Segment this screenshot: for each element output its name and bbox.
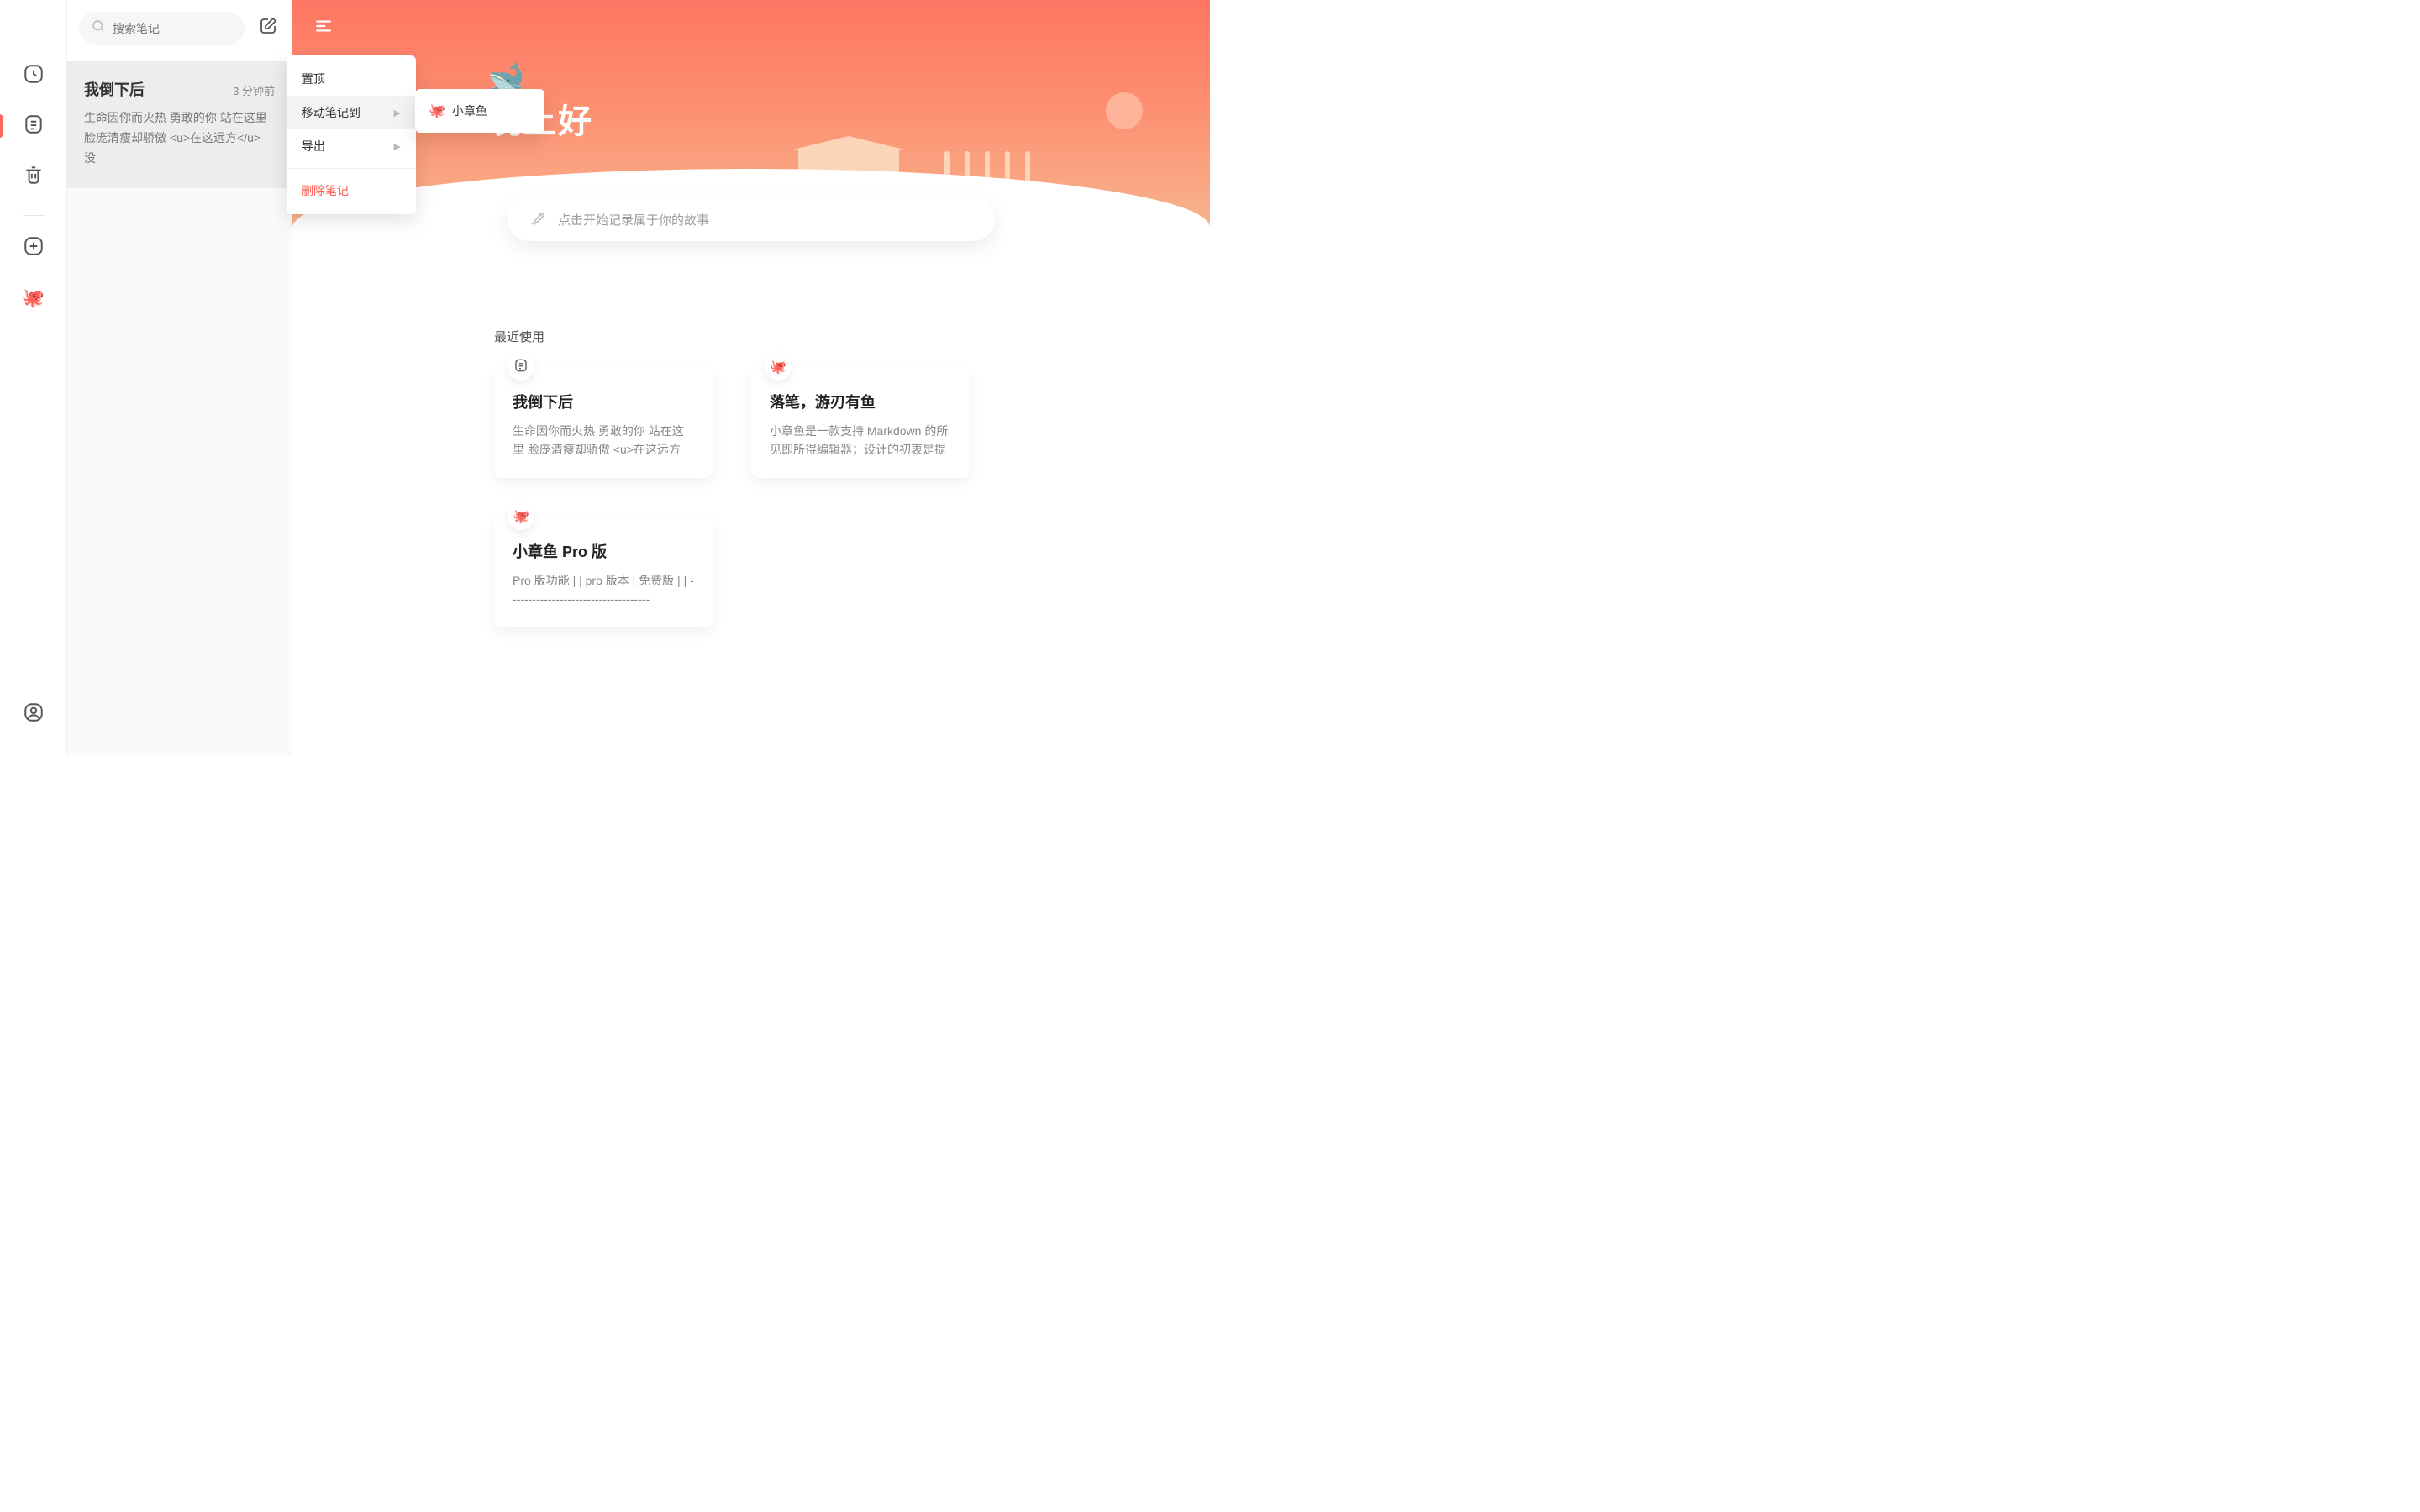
context-menu: 置顶 移动笔记到 ▶ 导出 ▶ 删除笔记 (287, 55, 416, 214)
chevron-right-icon: ▶ (394, 108, 401, 118)
recent-card[interactable]: 🐙 落笔，游刃有鱼 小章鱼是一款支持 Markdown 的所见即所得编辑器；设计… (751, 367, 970, 478)
note-list-column: 我倒下后 3 分钟前 生命因你而火热 勇敢的你 站在这里 脸庞清瘦却骄傲 <u>… (67, 0, 292, 756)
submenu-item-octopus[interactable]: 🐙 小章鱼 (415, 94, 544, 128)
compose-button[interactable] (256, 17, 280, 40)
rail-octopus[interactable]: 🐙 (17, 281, 50, 315)
pen-icon (529, 209, 558, 229)
add-icon (23, 235, 45, 261)
search-icon (91, 18, 113, 38)
new-note-prompt[interactable]: 点击开始记录属于你的故事 (508, 197, 995, 241)
octopus-icon: 🐙 (429, 102, 445, 119)
ctx-delete[interactable]: 删除笔记 (287, 174, 416, 207)
chevron-right-icon: ▶ (394, 141, 401, 152)
submenu-label: 小章鱼 (452, 102, 487, 119)
card-badge: 🐙 (508, 503, 534, 530)
rail-notes[interactable] (17, 109, 50, 143)
content-area: 最近使用 我倒下后 生命因你而火热 勇敢的你 站在这里 脸庞清瘦却骄傲 <u>在… (292, 227, 1210, 661)
card-title: 落笔，游刃有鱼 (770, 391, 951, 412)
menu-toggle-button[interactable] (313, 15, 336, 39)
recent-card[interactable]: 我倒下后 生命因你而火热 勇敢的你 站在这里 脸庞清瘦却骄傲 <u>在这远方</… (494, 367, 713, 478)
card-title: 小章鱼 Pro 版 (513, 540, 694, 562)
search-box[interactable] (79, 12, 245, 45)
ctx-pin[interactable]: 置顶 (287, 62, 416, 96)
card-badge (508, 354, 534, 381)
compose-icon (258, 16, 278, 40)
note-title: 我倒下后 (84, 78, 145, 100)
card-excerpt: 小章鱼是一款支持 Markdown 的所见即所得编辑器；设计的初衷是提供一个 (770, 423, 951, 458)
note-list-item[interactable]: 我倒下后 3 分钟前 生命因你而火热 勇敢的你 站在这里 脸庞清瘦却骄傲 <u>… (67, 61, 292, 188)
octopus-icon: 🐙 (770, 359, 786, 375)
list-toolbar (67, 0, 292, 61)
ctx-label: 导出 (302, 138, 325, 155)
octopus-icon: 🐙 (513, 508, 529, 525)
menu-icon (313, 26, 334, 40)
note-icon (513, 358, 529, 377)
search-input[interactable] (113, 22, 233, 35)
octopus-icon: 🐙 (22, 287, 45, 309)
rail-separator (23, 215, 45, 216)
recent-section-title: 最近使用 (494, 328, 1160, 345)
context-submenu: 🐙 小章鱼 (415, 89, 544, 133)
rail-trash[interactable] (17, 160, 50, 193)
clock-icon (23, 63, 45, 89)
rail-account[interactable] (17, 697, 50, 731)
rail-add[interactable] (17, 231, 50, 265)
note-time: 3 分钟前 (233, 82, 275, 98)
note-icon (23, 113, 45, 139)
card-badge: 🐙 (765, 354, 792, 381)
card-excerpt: 生命因你而火热 勇敢的你 站在这里 脸庞清瘦却骄傲 <u>在这远方</u> 没人 (513, 423, 694, 458)
ctx-label: 移动笔记到 (302, 104, 360, 121)
ctx-separator (287, 168, 416, 169)
trash-icon (23, 164, 45, 190)
hero-sun-decor (1106, 92, 1143, 129)
ctx-label: 置顶 (302, 71, 325, 87)
card-title: 我倒下后 (513, 391, 694, 412)
card-excerpt: Pro 版功能 | | pro 版本 | 免费版 | | -----------… (513, 572, 694, 607)
prompt-text: 点击开始记录属于你的故事 (558, 211, 709, 228)
ctx-label: 删除笔记 (302, 182, 349, 199)
recent-card[interactable]: 🐙 小章鱼 Pro 版 Pro 版功能 | | pro 版本 | 免费版 | |… (494, 517, 713, 627)
ctx-export[interactable]: 导出 ▶ (287, 129, 416, 163)
rail-recent[interactable] (17, 59, 50, 92)
sidebar-rail: 🐙 (0, 0, 67, 756)
user-icon (23, 701, 45, 727)
ctx-move[interactable]: 移动笔记到 ▶ (287, 96, 416, 129)
recent-cards: 我倒下后 生命因你而火热 勇敢的你 站在这里 脸庞清瘦却骄傲 <u>在这远方</… (494, 367, 1160, 627)
note-preview: 生命因你而火热 勇敢的你 站在这里 脸庞清瘦却骄傲 <u>在这远方</u> 没 (84, 108, 275, 168)
